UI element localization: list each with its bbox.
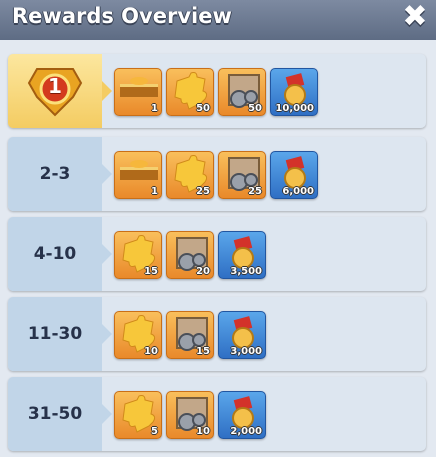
rewards-list[interactable]: 1 1 50 50 10,000 2-3 1 25 25 6,000 4-10 … (0, 40, 436, 457)
reward-item-puzzle[interactable]: 10 (114, 311, 162, 359)
reward-item-parts[interactable]: 15 (166, 311, 214, 359)
reward-row-rank-2-3: 2-3 1 25 25 6,000 (8, 137, 426, 211)
reward-item-medal[interactable]: 10,000 (270, 68, 318, 116)
rank-label: 31-50 (27, 404, 83, 424)
reward-item-chest[interactable]: 1 (114, 68, 162, 116)
reward-item-parts[interactable]: 50 (218, 68, 266, 116)
reward-item-puzzle[interactable]: 15 (114, 231, 162, 279)
rank-arrow (102, 81, 112, 101)
rank-arrow (102, 324, 112, 344)
item-quantity: 10 (144, 346, 158, 357)
reward-row-rank-1: 1 1 50 50 10,000 (8, 54, 426, 128)
item-quantity: 10 (196, 426, 210, 437)
item-quantity: 3,500 (230, 266, 262, 277)
reward-item-parts[interactable]: 10 (166, 391, 214, 439)
rank-cell: 11-30 (8, 297, 102, 371)
title-bar: Rewards Overview ✖ (0, 0, 436, 47)
reward-item-medal[interactable]: 3,000 (218, 311, 266, 359)
item-quantity: 15 (144, 266, 158, 277)
item-quantity: 20 (196, 266, 210, 277)
item-quantity: 50 (248, 103, 262, 114)
item-quantity: 10,000 (275, 103, 314, 114)
reward-row-rank-4-10: 4-10 15 20 3,500 (8, 217, 426, 291)
rank-label: 2-3 (39, 164, 71, 184)
rank-cell: 4-10 (8, 217, 102, 291)
reward-item-medal[interactable]: 3,500 (218, 231, 266, 279)
item-quantity: 3,000 (230, 346, 262, 357)
rank-cell: 31-50 (8, 377, 102, 451)
reward-item-parts[interactable]: 20 (166, 231, 214, 279)
rank-label: 4-10 (33, 244, 77, 264)
reward-item-chest[interactable]: 1 (114, 151, 162, 199)
reward-row-rank-31-50: 31-50 5 10 2,000 (8, 377, 426, 451)
reward-row-rank-11-30: 11-30 10 15 3,000 (8, 297, 426, 371)
item-quantity: 1 (151, 186, 158, 197)
rank-label: 11-30 (27, 324, 83, 344)
item-quantity: 5 (151, 426, 158, 437)
reward-item-medal[interactable]: 6,000 (270, 151, 318, 199)
item-quantity: 15 (196, 346, 210, 357)
rank-arrow (102, 404, 112, 424)
item-quantity: 2,000 (230, 426, 262, 437)
rank-number: 1 (48, 74, 62, 98)
item-quantity: 25 (196, 186, 210, 197)
close-icon[interactable]: ✖ (400, 2, 430, 32)
item-quantity: 25 (248, 186, 262, 197)
reward-item-puzzle[interactable]: 50 (166, 68, 214, 116)
rank-arrow (102, 164, 112, 184)
item-quantity: 6,000 (282, 186, 314, 197)
rank-arrow (102, 244, 112, 264)
page-title: Rewards Overview (12, 4, 232, 28)
rank-cell: 2-3 (8, 137, 102, 211)
reward-item-medal[interactable]: 2,000 (218, 391, 266, 439)
item-quantity: 50 (196, 103, 210, 114)
rank-cell: 1 (8, 54, 102, 128)
item-quantity: 1 (151, 103, 158, 114)
reward-item-puzzle[interactable]: 5 (114, 391, 162, 439)
reward-item-parts[interactable]: 25 (218, 151, 266, 199)
reward-item-puzzle[interactable]: 25 (166, 151, 214, 199)
